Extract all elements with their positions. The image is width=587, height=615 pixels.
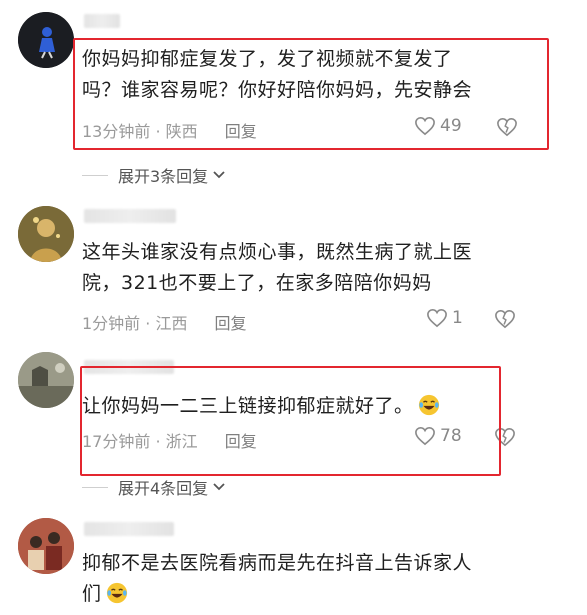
expand-replies-button[interactable]: 展开3条回复 [82,163,226,187]
chevron-down-icon [213,483,225,491]
comment-meta: 1分钟前 · 江西 回复 [82,310,247,334]
like-count: 1 [452,308,463,328]
reply-button[interactable]: 回复 [225,432,257,451]
reply-button[interactable]: 回复 [215,314,247,333]
heart-outline-icon [415,116,435,136]
expand-replies-button[interactable]: 展开4条回复 [82,475,226,499]
heart-outline-icon [427,308,447,328]
avatar[interactable] [18,206,74,262]
expand-label: 展开3条回复 [118,167,209,186]
username-redacted [84,522,174,536]
dislike-button[interactable] [496,117,518,141]
time-location: 13分钟前 · 陕西 [82,122,198,141]
avatar[interactable] [18,352,74,408]
username-redacted [84,14,120,28]
divider-line [82,174,108,176]
avatar-landscape-icon [18,352,74,408]
comment-text: 这年头谁家没有点烦心事，既然生病了就上医 院，321也不要上了，在家多陪陪你妈妈 [82,241,473,294]
time-location: 17分钟前 · 浙江 [82,432,198,451]
broken-heart-icon [495,309,515,329]
laugh-cry-emoji-icon [106,582,127,604]
avatar-figure-icon [18,12,74,68]
expand-label: 展开4条回复 [118,479,209,498]
comment-text: 抑郁不是去医院看病而是先在抖音上告诉家人 们 [82,552,473,605]
avatar-portrait-icon [18,206,74,262]
dislike-button[interactable] [494,427,516,451]
broken-heart-icon [495,427,515,447]
comment-text: 你妈妈抑郁症复发了，发了视频就不复发了 吗？谁家容易呢？你好好陪你妈妈，先安静会 [82,48,473,101]
time-location: 1分钟前 · 江西 [82,314,188,333]
like-count: 78 [440,426,462,446]
like-button[interactable]: 49 [414,116,462,136]
like-button[interactable]: 1 [426,308,463,328]
divider-line [82,486,108,488]
laugh-cry-emoji-icon [418,394,439,416]
dislike-button[interactable] [494,309,516,333]
username-redacted [84,360,174,374]
comment-meta: 17分钟前 · 浙江 回复 [82,428,257,452]
avatar-group-icon [18,518,74,574]
avatar[interactable] [18,12,74,68]
reply-button[interactable]: 回复 [225,122,257,141]
broken-heart-icon [497,117,517,137]
comment-text: 让你妈妈一二三上链接抑郁症就好了。 [82,391,542,422]
like-count: 49 [440,116,462,136]
username-redacted [84,209,176,223]
avatar[interactable] [18,518,74,574]
comment-meta: 13分钟前 · 陕西 回复 [82,118,257,142]
like-button[interactable]: 78 [414,426,462,446]
chevron-down-icon [213,171,225,179]
heart-outline-icon [415,426,435,446]
